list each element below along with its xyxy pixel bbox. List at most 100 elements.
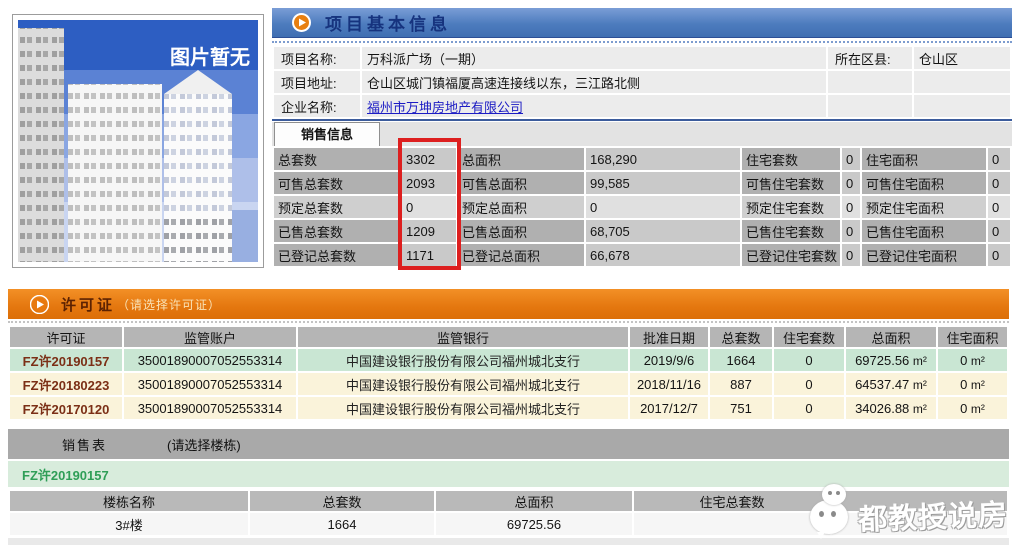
license-row[interactable]: FZ许20180223 35001890007052553314 中国建设银行股… [10,373,1007,395]
info-row-company: 企业名称: 福州市万坤房地产有限公司 [274,95,1010,117]
residential-units-label: 住宅套数 [742,148,840,170]
reserved-res-area-label: 预定住宅面积 [862,196,986,218]
available-res-area-label: 可售住宅面积 [862,172,986,194]
registered-area-value: 66,678 [586,244,740,266]
column-header-total-units: 总套数 [710,327,772,347]
column-header-res-units: 住宅套数 [774,327,844,347]
residential-area-label: 住宅面积 [862,148,986,170]
available-res-units-label: 可售住宅套数 [742,172,840,194]
reserved-res-units-label: 预定住宅套数 [742,196,840,218]
reserved-res-units-value: 0 [842,196,860,218]
column-header-res-area: 住宅面积 [938,327,1007,347]
play-icon [30,294,49,314]
license-title: 许可证 [61,296,116,314]
registered-res-units-label: 已登记住宅套数 [742,244,840,266]
building-table-header: 楼栋名称 总套数 总面积 住宅总套数 [10,491,1007,511]
project-name-label: 项目名称: [274,47,360,69]
column-header-res-total-units: 住宅总套数 [634,491,830,511]
license-res-area: 0 m² [938,397,1007,419]
info-row-address: 项目地址: 仓山区城门镇福厦高速连接线以东，三江路北侧 [274,71,1010,93]
license-res-units: 0 [774,397,844,419]
license-header: 许可证 （请选择许可证） [8,289,1009,319]
empty-cell [828,71,912,93]
address-value: 仓山区城门镇福厦高速连接线以东，三江路北侧 [362,71,826,93]
total-units-label: 总套数 [274,148,400,170]
total-area-value: 168,290 [586,148,740,170]
license-code[interactable]: FZ许20170120 [10,397,122,419]
building-row[interactable]: 3#楼 1664 69725.56 [10,513,1007,535]
sales-info-table: 总套数 3302 总面积 168,290 住宅套数 0 住宅面积 0 可售总套数… [272,146,1012,268]
reserved-units-value: 0 [402,196,456,218]
license-bank: 中国建设银行股份有限公司福州城北支行 [298,349,628,371]
building-name[interactable]: 3#楼 [10,513,248,535]
license-subtitle: （请选择许可证） [117,297,222,312]
registered-res-units-value: 0 [842,244,860,266]
sold-area-value: 68,705 [586,220,740,242]
license-total-units: 1664 [710,349,772,371]
license-res-units: 0 [774,349,844,371]
sales-row-reserved: 预定总套数 0 预定总面积 0 预定住宅套数 0 预定住宅面积 0 [274,196,1010,218]
selected-license-bar: FZ许20190157 [8,461,1009,487]
company-link[interactable]: 福州市万坤房地产有限公司 [367,100,523,115]
building-res-units [634,513,830,535]
registered-area-label: 已登记总面积 [458,244,584,266]
license-account: 35001890007052553314 [124,373,296,395]
available-res-area-value: 0 [988,172,1010,194]
sales-info-tab-row: 销售信息 [272,122,1012,146]
sold-area-label: 已售总面积 [458,220,584,242]
basic-info-panel: 项目基本信息 项目名称: 万科派广场（一期） 所在区县: 仓山区 项目地址: 仓… [272,8,1012,268]
building-photo: 图片暂无 [18,20,258,262]
basic-info-table: 项目名称: 万科派广场（一期） 所在区县: 仓山区 项目地址: 仓山区城门镇福厦… [272,45,1012,121]
license-row[interactable]: FZ许20190157 35001890007052553314 中国建设银行股… [10,349,1007,371]
sales-row-sold: 已售总套数 1209 已售总面积 68,705 已售住宅套数 0 已售住宅面积 … [274,220,1010,242]
sales-row-available: 可售总套数 2093 可售总面积 99,585 可售住宅套数 0 可售住宅面积 … [274,172,1010,194]
license-date: 2017/12/7 [630,397,708,419]
reserved-res-area-value: 0 [988,196,1010,218]
column-header-date: 批准日期 [630,327,708,347]
sold-res-units-label: 已售住宅套数 [742,220,840,242]
building-sales-header: 销售表 (请选择楼栋) [8,429,1009,459]
basic-info-header: 项目基本信息 [272,8,1012,38]
column-header-total-area: 总面积 [436,491,632,511]
license-total-units: 887 [710,373,772,395]
license-res-units: 0 [774,373,844,395]
license-account: 35001890007052553314 [124,349,296,371]
license-date: 2018/11/16 [630,373,708,395]
project-info-page: { "photo": { "no_image_label": "图片暂无" },… [0,0,1017,552]
license-code[interactable]: FZ许20190157 [10,349,122,371]
sales-table-title: 销售表 [62,437,108,453]
info-row-name: 项目名称: 万科派广场（一期） 所在区县: 仓山区 [274,47,1010,69]
residential-area-value: 0 [988,148,1010,170]
column-header-hidden [832,491,1007,511]
column-header-bank: 监管银行 [298,327,628,347]
company-cell: 福州市万坤房地产有限公司 [362,95,826,117]
reserved-units-label: 预定总套数 [274,196,400,218]
building-col5 [832,513,1007,535]
license-table-header: 许可证 监管账户 监管银行 批准日期 总套数 住宅套数 总面积 住宅面积 [10,327,1007,347]
column-header-building: 楼栋名称 [10,491,248,511]
column-header-account: 监管账户 [124,327,296,347]
sold-units-label: 已售总套数 [274,220,400,242]
tab-sales-info[interactable]: 销售信息 [274,122,380,146]
license-res-area: 0 m² [938,349,1007,371]
sold-units-value: 1209 [402,220,456,242]
available-res-units-value: 0 [842,172,860,194]
building-photo-placeholder: 图片暂无 [12,14,264,268]
sales-table-subtitle: (请选择楼栋) [167,437,241,453]
sold-res-units-value: 0 [842,220,860,242]
sales-row-registered: 已登记总套数 1171 已登记总面积 66,678 已登记住宅套数 0 已登记住… [274,244,1010,266]
residential-units-value: 0 [842,148,860,170]
registered-res-area-label: 已登记住宅面积 [862,244,986,266]
company-label: 企业名称: [274,95,360,117]
available-units-label: 可售总套数 [274,172,400,194]
license-date: 2019/9/6 [630,349,708,371]
reserved-area-label: 预定总面积 [458,196,584,218]
building-table: 楼栋名称 总套数 总面积 住宅总套数 3#楼 1664 69725.56 [8,489,1009,537]
empty-cell [914,95,1010,117]
reserved-area-value: 0 [586,196,740,218]
dotted-separator [272,38,1012,43]
license-code[interactable]: FZ许20180223 [10,373,122,395]
license-total-area: 64537.47 m² [846,373,936,395]
license-row[interactable]: FZ许20170120 35001890007052553314 中国建设银行股… [10,397,1007,419]
sold-res-area-value: 0 [988,220,1010,242]
